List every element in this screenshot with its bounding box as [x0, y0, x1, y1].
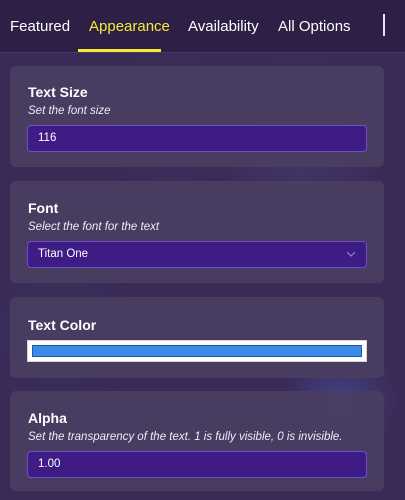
tab-appearance[interactable]: Appearance — [89, 18, 170, 35]
font-card: Font Select the font for the text Titan … — [10, 181, 384, 283]
tab-scroll-indicator[interactable] — [383, 14, 385, 36]
alpha-description: Set the transparency of the text. 1 is f… — [28, 431, 343, 443]
text-color-picker[interactable] — [27, 340, 367, 362]
text-color-title: Text Color — [28, 317, 97, 333]
text-size-description: Set the font size — [28, 105, 111, 117]
chevron-down-icon — [346, 251, 356, 257]
tab-bar: Featured Appearance Availability All Opt… — [0, 0, 405, 53]
text-size-title: Text Size — [28, 84, 88, 100]
font-select-value: Titan One — [38, 248, 89, 260]
alpha-card: Alpha Set the transparency of the text. … — [10, 391, 384, 491]
tab-all-options[interactable]: All Options — [278, 18, 351, 35]
alpha-title: Alpha — [28, 410, 67, 426]
font-select[interactable]: Titan One — [27, 241, 367, 268]
font-description: Select the font for the text — [28, 221, 160, 233]
text-color-card: Text Color — [10, 297, 384, 378]
tab-availability[interactable]: Availability — [188, 18, 259, 35]
alpha-input[interactable]: 1.00 — [27, 451, 367, 478]
text-color-swatch — [32, 345, 362, 357]
text-size-card: Text Size Set the font size 116 — [10, 66, 384, 167]
active-tab-underline — [78, 49, 161, 52]
tab-featured[interactable]: Featured — [10, 18, 70, 35]
text-size-input[interactable]: 116 — [27, 125, 367, 152]
font-title: Font — [28, 200, 59, 216]
